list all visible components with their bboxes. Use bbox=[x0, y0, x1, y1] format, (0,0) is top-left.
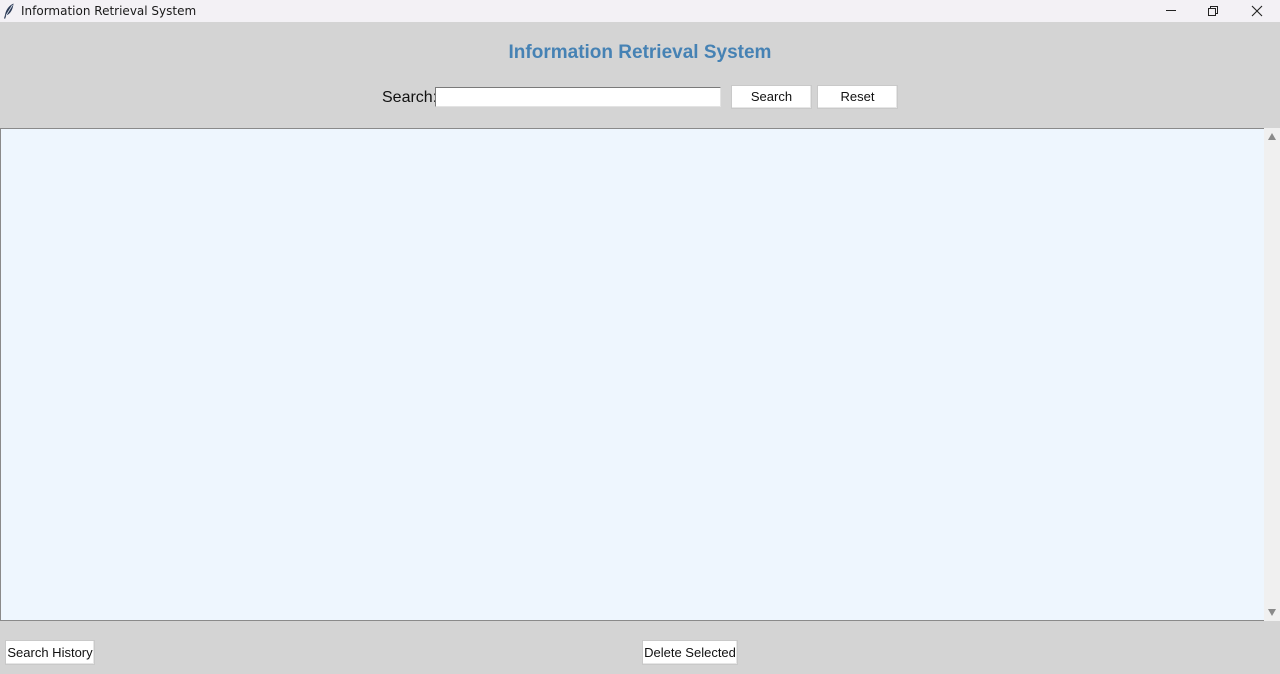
arrow-down-icon bbox=[1268, 609, 1276, 616]
window-title: Information Retrieval System bbox=[21, 4, 197, 18]
results-scrollbar[interactable] bbox=[1264, 128, 1280, 621]
scroll-up-button[interactable] bbox=[1264, 130, 1280, 144]
close-icon bbox=[1251, 5, 1263, 17]
restore-icon bbox=[1208, 6, 1218, 16]
scroll-down-button[interactable] bbox=[1264, 606, 1280, 620]
window-titlebar: Information Retrieval System bbox=[0, 0, 1280, 22]
delete-selected-button[interactable]: Delete Selected bbox=[642, 640, 738, 665]
reset-button[interactable]: Reset bbox=[817, 85, 898, 109]
search-input[interactable] bbox=[435, 87, 721, 107]
restore-button[interactable] bbox=[1192, 0, 1234, 22]
minimize-button[interactable] bbox=[1150, 0, 1192, 22]
close-button[interactable] bbox=[1236, 0, 1278, 22]
minimize-icon bbox=[1166, 10, 1176, 11]
search-history-button[interactable]: Search History bbox=[5, 640, 95, 665]
results-list[interactable] bbox=[0, 128, 1264, 621]
feather-icon bbox=[3, 3, 15, 19]
page-heading: Information Retrieval System bbox=[508, 42, 772, 63]
search-button[interactable]: Search bbox=[731, 85, 812, 109]
arrow-up-icon bbox=[1268, 133, 1276, 140]
search-label: Search: bbox=[382, 89, 438, 106]
